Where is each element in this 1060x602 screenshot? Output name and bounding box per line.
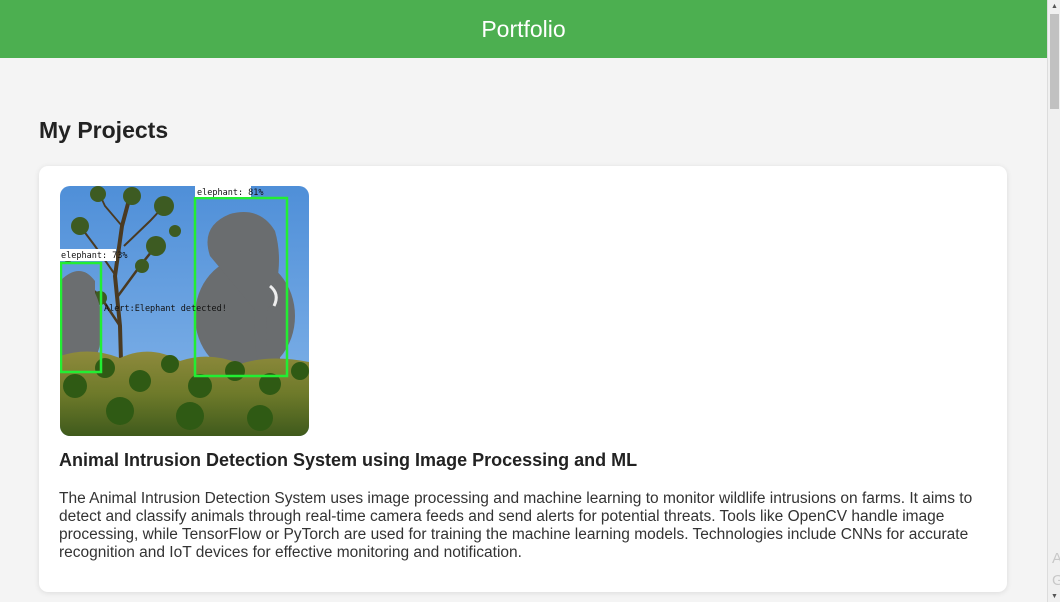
scroll-up-arrow-icon[interactable]: ▲ [1048,0,1060,12]
detection-label-small: elephant: 73% [61,251,128,261]
project-card: elephant: 81% elephant: 73% Alert:Elepha… [39,166,1007,592]
projects-heading: My Projects [39,117,169,143]
project-title: Animal Intrusion Detection System using … [59,450,638,470]
scroll-thumb[interactable] [1050,14,1059,109]
watermark-line1: A [1052,550,1060,567]
site-title: Portfolio [481,15,566,42]
site-header: Portfolio [0,0,1047,58]
detection-label-large: elephant: 81% [197,188,264,198]
project-description: The Animal Intrusion Detection System us… [59,490,973,561]
project-image: elephant: 81% elephant: 73% Alert:Elepha… [60,186,309,436]
vertical-scrollbar[interactable]: ▲ ▼ [1047,0,1060,602]
alert-label: Alert:Elephant detected! [104,304,227,314]
watermark-line2: G [1052,572,1060,589]
activation-watermark: A G [1052,548,1060,592]
